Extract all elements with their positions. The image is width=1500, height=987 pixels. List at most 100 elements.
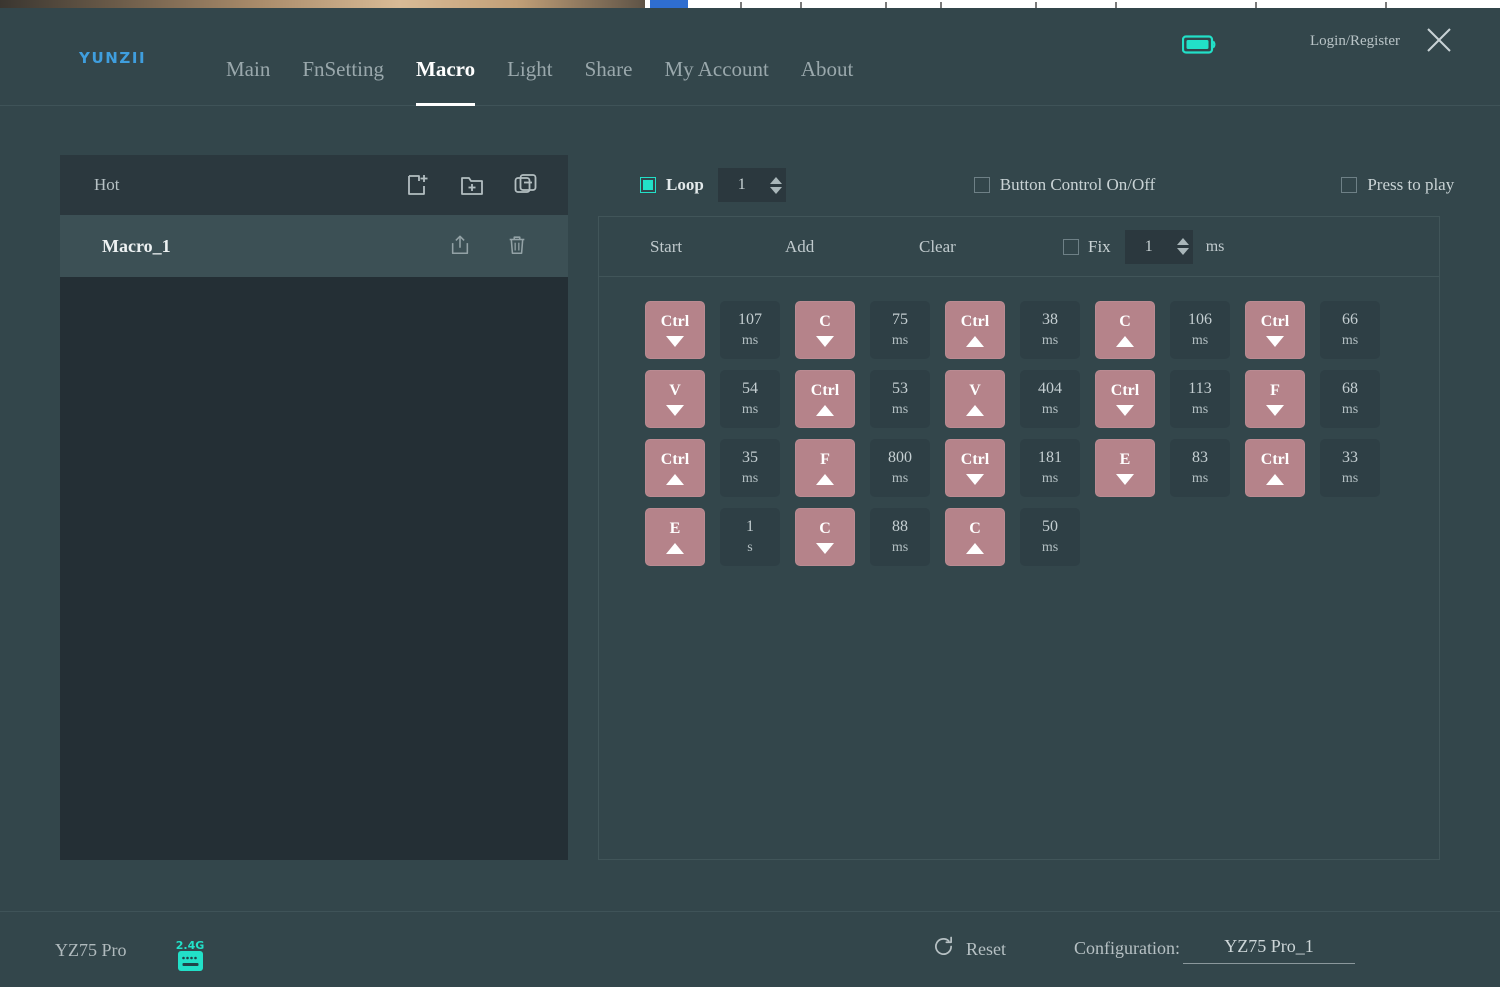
macro-delay-cell[interactable]: 50 ms — [1020, 508, 1080, 566]
tab-about[interactable]: About — [785, 52, 870, 86]
macro-key-ctrl-up[interactable]: Ctrl — [645, 439, 705, 497]
macro-key-c-down[interactable]: C — [795, 301, 855, 359]
macro-key-label: V — [669, 381, 681, 399]
macro-delay-cell[interactable]: 404 ms — [1020, 370, 1080, 428]
macro-key-ctrl-up[interactable]: Ctrl — [945, 301, 1005, 359]
chevron-up-icon[interactable] — [1176, 238, 1189, 245]
macro-key-ctrl-up[interactable]: Ctrl — [795, 370, 855, 428]
macro-editor-panel: Start Add Clear Fix 1 ms Save — [598, 216, 1440, 860]
key-down-arrow-icon — [966, 473, 984, 485]
macro-delay-cell[interactable]: 113 ms — [1170, 370, 1230, 428]
tab-my-account[interactable]: My Account — [648, 52, 784, 86]
macro-delay-cell[interactable]: 33 ms — [1320, 439, 1380, 497]
macro-delay-cell[interactable]: 106 ms — [1170, 301, 1230, 359]
export-icon[interactable] — [449, 234, 473, 258]
list-item[interactable]: Macro_1 — [60, 215, 568, 277]
fix-value-arrows[interactable] — [1176, 238, 1193, 255]
macro-key-v-up[interactable]: V — [945, 370, 1005, 428]
macro-delay-value: 53 — [892, 380, 908, 397]
duplicate-icon[interactable] — [514, 173, 538, 197]
fix-label: Fix — [1088, 236, 1111, 256]
macro-key-e-up[interactable]: E — [645, 508, 705, 566]
brand-logo: YUNZII — [79, 49, 147, 67]
key-down-arrow-icon — [1116, 473, 1134, 485]
macro-key-ctrl-down[interactable]: Ctrl — [1245, 301, 1305, 359]
reset-button[interactable]: Reset — [933, 936, 1006, 962]
macro-key-c-up[interactable]: C — [945, 508, 1005, 566]
key-down-arrow-icon — [666, 335, 684, 347]
add-button[interactable]: Add — [785, 237, 814, 257]
macro-options-bar: Loop 1 Button Control On/Off Press to pl… — [598, 160, 1454, 210]
macro-delay-value: 35 — [742, 449, 758, 466]
new-macro-icon[interactable] — [406, 173, 430, 197]
key-up-arrow-icon — [966, 335, 984, 347]
macro-key-e-down[interactable]: E — [1095, 439, 1155, 497]
macro-group-title: Hot — [94, 175, 120, 194]
macro-delay-cell[interactable]: 66 ms — [1320, 301, 1380, 359]
macro-delay-cell[interactable]: 54 ms — [720, 370, 780, 428]
chevron-up-icon[interactable] — [769, 176, 782, 184]
macro-key-f-down[interactable]: F — [1245, 370, 1305, 428]
macro-key-c-up[interactable]: C — [1095, 301, 1155, 359]
fix-checkbox[interactable] — [1063, 238, 1079, 255]
press-to-play-checkbox[interactable] — [1341, 177, 1358, 193]
macro-delay-value: 38 — [1042, 311, 1058, 328]
configuration-label: Configuration: — [1074, 938, 1180, 958]
chevron-down-icon[interactable] — [1176, 248, 1189, 255]
tab-macro[interactable]: Macro — [400, 52, 491, 106]
macro-delay-cell[interactable]: 68 ms — [1320, 370, 1380, 428]
loop-count-arrows[interactable] — [769, 176, 786, 194]
tab-share[interactable]: Share — [569, 52, 649, 86]
key-up-arrow-icon — [966, 542, 984, 554]
macro-delay-cell[interactable]: 88 ms — [870, 508, 930, 566]
close-icon[interactable] — [1423, 24, 1455, 56]
macro-list-header-actions — [406, 155, 538, 215]
loop-checkbox[interactable] — [640, 177, 656, 193]
tab-main[interactable]: Main — [210, 52, 286, 86]
macro-delay-value: 33 — [1342, 449, 1358, 466]
new-folder-icon[interactable] — [460, 173, 484, 197]
macro-key-ctrl-down[interactable]: Ctrl — [1095, 370, 1155, 428]
fix-unit-label: ms — [1205, 237, 1225, 255]
macro-key-label: C — [1119, 312, 1131, 330]
chevron-down-icon[interactable] — [769, 186, 782, 194]
button-control-checkbox[interactable] — [973, 177, 990, 193]
macro-delay-cell[interactable]: 83 ms — [1170, 439, 1230, 497]
refresh-icon — [933, 936, 954, 962]
macro-delay-cell[interactable]: 75 ms — [870, 301, 930, 359]
clear-button[interactable]: Clear — [919, 237, 956, 257]
macro-delay-cell[interactable]: 1s — [720, 508, 780, 566]
macro-key-ctrl-up[interactable]: Ctrl — [1245, 439, 1305, 497]
macro-delay-cell[interactable]: 53 ms — [870, 370, 930, 428]
fix-value-stepper[interactable]: 1 — [1124, 229, 1193, 264]
macro-delay-value: 66 — [1342, 311, 1358, 328]
macro-delay-value: 1 — [746, 518, 754, 535]
loop-count-value: 1 — [737, 176, 746, 193]
login-register-link[interactable]: Login/Register — [1310, 33, 1400, 50]
macro-delay-cell[interactable]: 181 ms — [1020, 439, 1080, 497]
macro-key-label: C — [819, 519, 831, 537]
delete-icon[interactable] — [506, 234, 530, 258]
fix-value: 1 — [1144, 237, 1153, 255]
macro-key-f-up[interactable]: F — [795, 439, 855, 497]
macro-key-v-down[interactable]: V — [645, 370, 705, 428]
macro-key-ctrl-down[interactable]: Ctrl — [945, 439, 1005, 497]
macro-delay-cell[interactable]: 107 ms — [720, 301, 780, 359]
keyboard-24g-icon[interactable]: 2.4G — [170, 936, 210, 978]
macro-delay-unit: ms — [1341, 402, 1359, 417]
macro-delay-cell[interactable]: 35 ms — [720, 439, 780, 497]
macro-list-empty-area — [60, 277, 568, 860]
macro-delay-value: 113 — [1188, 380, 1212, 397]
macro-delay-cell[interactable]: 38 ms — [1020, 301, 1080, 359]
macro-key-c-down[interactable]: C — [795, 508, 855, 566]
tab-light[interactable]: Light — [491, 52, 569, 86]
macro-key-ctrl-down[interactable]: Ctrl — [645, 301, 705, 359]
tab-fnsetting[interactable]: FnSetting — [286, 52, 400, 86]
macro-delay-cell[interactable]: 800 ms — [870, 439, 930, 497]
macro-key-label: V — [969, 381, 981, 399]
reset-label: Reset — [966, 938, 1006, 959]
start-button[interactable]: Start — [650, 237, 682, 257]
macro-delay-unit: ms — [1191, 333, 1209, 348]
loop-count-stepper[interactable]: 1 — [717, 168, 786, 202]
configuration-field[interactable]: YZ75 Pro_1 — [1183, 936, 1355, 964]
